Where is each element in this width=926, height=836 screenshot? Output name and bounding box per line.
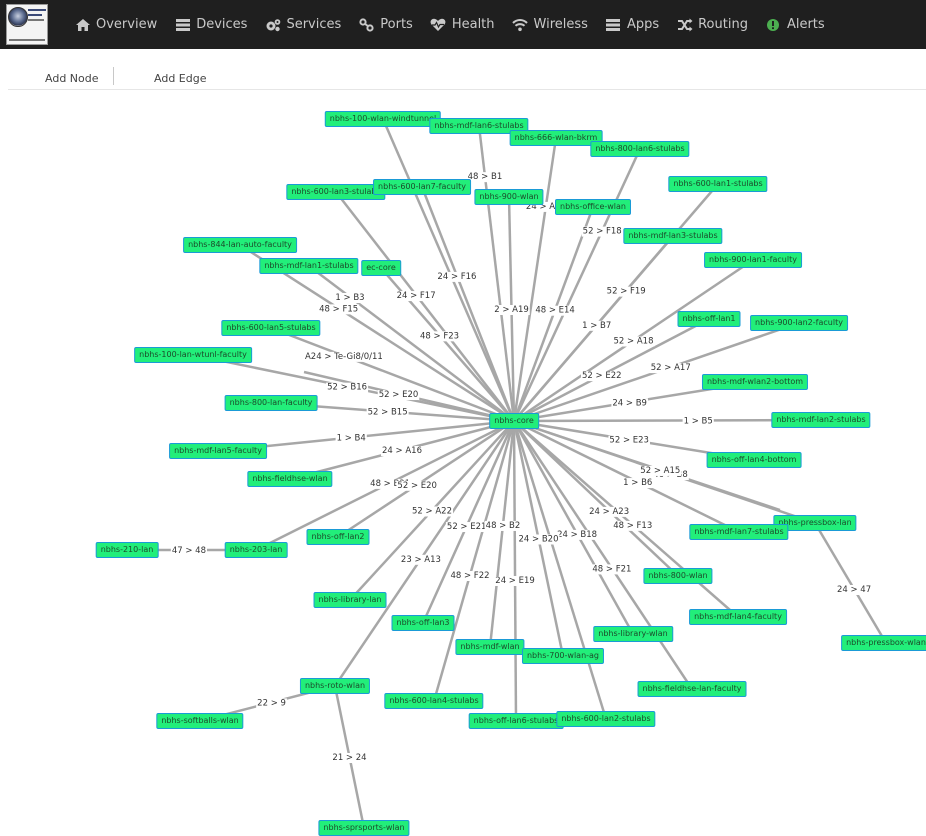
edge-label: 52 > F19 <box>607 287 646 297</box>
edge-label: 47 > 48 <box>172 546 206 556</box>
edge-label: 52 > E23 <box>609 436 649 446</box>
edge-label: 21 > 24 <box>332 753 366 763</box>
edge-label: 52 > B16 <box>327 383 367 393</box>
graph-node-n40[interactable]: nbhs-600-lan4-stulabs <box>384 693 484 709</box>
edge-label: 24 > B9 <box>612 398 647 408</box>
graph-node-n14[interactable]: nbhs-900-lan1-faculty <box>704 252 802 268</box>
graph-node-n7[interactable]: nbhs-900-wlan <box>474 189 544 205</box>
edge-label: 48 > F21 <box>592 564 631 574</box>
edge-label: 52 > E20 <box>379 390 419 400</box>
graph-node-n26[interactable]: nbhs-mdf-lan7-stulabs <box>689 524 789 540</box>
graph-node-n20[interactable]: nbhs-800-lan-faculty <box>224 395 318 411</box>
graph-node-n4[interactable]: nbhs-800-lan6-stulabs <box>590 141 690 157</box>
edge-label: 22 > 9 <box>257 698 286 708</box>
edge-label: 48 > F13 <box>613 521 652 531</box>
graph-node-n9[interactable]: nbhs-600-lan1-stulabs <box>668 176 768 192</box>
graph-node-n39[interactable]: nbhs-roto-wlan <box>299 678 371 694</box>
edge-label: 23 > A13 <box>401 555 441 565</box>
graph-node-n18[interactable]: nbhs-100-lan-wtunl-faculty <box>134 347 252 363</box>
edge-label: 1 > B7 <box>582 321 611 331</box>
graph-node-n24[interactable]: nbhs-fieldhse-wlan <box>247 471 333 487</box>
edge-label: 52 > A15 <box>640 466 680 476</box>
graph-node-n33[interactable]: nbhs-library-lan <box>313 592 387 608</box>
edge-label: 24 > E19 <box>495 576 535 586</box>
graph-node-n3[interactable]: nbhs-666-wlan-bkrm <box>509 130 603 146</box>
graph-node-n27[interactable]: nbhs-210-lan <box>95 542 159 558</box>
edge-label: 24 > B18 <box>557 530 597 540</box>
edge-label: 48 > F22 <box>450 571 489 581</box>
graph-edge[interactable] <box>381 118 516 422</box>
graph-node-n34[interactable]: nbhs-off-lan3 <box>391 615 455 631</box>
graph-edge[interactable] <box>813 522 888 644</box>
edge-label: 24 > 47 <box>837 585 871 595</box>
edge-label: 1 > B6 <box>623 478 652 488</box>
graph-node-n12[interactable]: nbhs-mdf-lan1-stulabs <box>259 258 359 274</box>
graph-node-n19[interactable]: nbhs-mdf-wlan2-bottom <box>701 374 809 390</box>
graph-node-n38[interactable]: nbhs-fieldhse-lan-faculty <box>637 681 747 697</box>
edge-label: 48 > B2 <box>486 521 521 531</box>
graph-node-n17[interactable]: nbhs-600-lan5-stulabs <box>221 320 321 336</box>
edge-label: 52 > E21 <box>447 522 487 532</box>
graph-node-core[interactable]: nbhs-core <box>489 413 539 429</box>
edge-label: 24 > F17 <box>397 291 436 301</box>
edge-label: 1 > B3 <box>335 293 364 303</box>
edge-label: 52 > A18 <box>614 337 654 347</box>
edge-label: 48 > E14 <box>535 306 575 316</box>
graph-node-n8[interactable]: nbhs-office-wlan <box>555 199 631 215</box>
edge-label: 48 > B1 <box>468 172 503 182</box>
edge-label: 24 > A23 <box>589 507 629 517</box>
edge-label: 52 > E20 <box>397 481 437 491</box>
graph-node-n10[interactable]: nbhs-mdf-lan3-stulabs <box>623 228 723 244</box>
graph-node-n41[interactable]: nbhs-softballs-wlan <box>156 713 244 729</box>
edge-label: A24 > Te-Gi8/0/11 <box>305 352 383 362</box>
graph-node-n35[interactable]: nbhs-library-wlan <box>593 626 673 642</box>
graph-node-n16[interactable]: nbhs-900-lan2-faculty <box>750 315 848 331</box>
graph-node-n23[interactable]: nbhs-off-lan4-bottom <box>706 452 802 468</box>
edge-label: 52 > A22 <box>412 507 452 517</box>
graph-node-n15[interactable]: nbhs-off-lan1 <box>677 311 741 327</box>
edge-label: 48 > F15 <box>319 304 358 314</box>
graph-node-n32[interactable]: nbhs-pressbox-wlan <box>841 635 926 651</box>
graph-edge[interactable] <box>488 420 516 648</box>
edge-label: 2 > A19 <box>494 305 529 315</box>
graph-node-n21[interactable]: nbhs-mdf-lan2-stulabs <box>771 412 871 428</box>
graph-node-n43[interactable]: nbhs-600-lan2-stulabs <box>556 711 656 727</box>
graph-node-n6[interactable]: nbhs-600-lan7-faculty <box>373 179 471 195</box>
edge-label: 24 > A16 <box>382 446 422 456</box>
edge-label: 52 > B15 <box>368 408 408 418</box>
graph-edge[interactable] <box>512 420 518 722</box>
graph-node-n37[interactable]: nbhs-700-wlan-ag <box>521 648 605 664</box>
edge-label: 52 > A17 <box>651 363 691 373</box>
edge-label: 1 > B4 <box>337 434 366 444</box>
graph-node-n5[interactable]: nbhs-600-lan3-stulabs <box>286 184 386 200</box>
edge-label: 48 > F23 <box>420 331 459 341</box>
graph-node-n11[interactable]: nbhs-844-lan-auto-faculty <box>183 237 297 253</box>
graph-node-n1[interactable]: nbhs-100-wlan-windtunnel <box>324 111 442 127</box>
edge-label: 52 > F18 <box>583 227 622 237</box>
graph-node-n42[interactable]: nbhs-off-lan6-stulabs <box>468 713 564 729</box>
graph-node-n28[interactable]: nbhs-203-lan <box>224 542 288 558</box>
graph-node-n29[interactable]: nbhs-off-lan2 <box>306 529 370 545</box>
graph-node-n30[interactable]: nbhs-800-wlan <box>643 568 713 584</box>
graph-node-n13[interactable]: ec-core <box>361 260 401 276</box>
graph-node-n22[interactable]: nbhs-mdf-lan5-faculty <box>169 443 267 459</box>
graph-node-n31[interactable]: nbhs-mdf-lan4-faculty <box>689 609 787 625</box>
edge-label: 52 > E22 <box>582 371 622 381</box>
edge-label: 1 > B5 <box>684 416 713 426</box>
edge-label: 24 > B20 <box>519 535 559 545</box>
edge-label: 24 > F16 <box>437 272 476 282</box>
graph-node-n36[interactable]: nbhs-mdf-wlan <box>455 639 525 655</box>
